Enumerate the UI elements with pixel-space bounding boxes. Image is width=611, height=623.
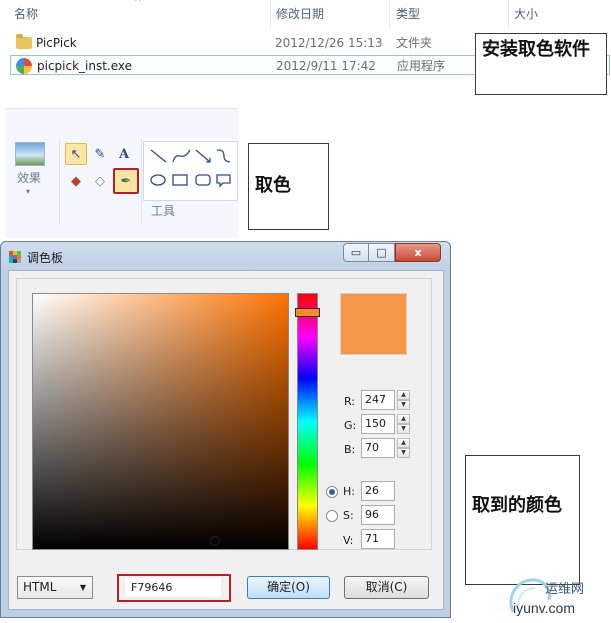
text-tool-button[interactable]: A <box>113 143 135 165</box>
color-picker-tool-button[interactable]: ✒ <box>113 168 139 194</box>
spin-up-icon[interactable]: ▲ <box>397 414 410 424</box>
ribbon-separator <box>59 139 60 225</box>
saturation-label: S: <box>343 509 354 522</box>
red-input[interactable]: 247 <box>361 390 395 410</box>
palette-icon <box>9 251 21 263</box>
close-button[interactable]: x <box>395 243 441 262</box>
current-color-swatch <box>340 293 407 355</box>
callout-pick-color: 取色 <box>248 143 329 230</box>
sort-ascending-icon: ^ <box>134 0 142 8</box>
dialog-title: 调色板 <box>27 251 64 265</box>
red-spinner[interactable]: ▲ ▼ <box>397 390 410 410</box>
cancel-button[interactable]: 取消(C) <box>344 576 429 599</box>
file-type: 文件夹 <box>396 36 433 50</box>
hue-slider-track[interactable] <box>297 293 318 550</box>
color-format-select[interactable]: HTML ▼ <box>17 576 93 599</box>
spin-down-icon[interactable]: ▼ <box>397 424 410 434</box>
ribbon-separator <box>141 139 142 225</box>
folder-icon <box>16 34 32 49</box>
effects-button-label[interactable]: 效果 <box>17 169 41 186</box>
shapes-gallery-icons <box>150 149 231 188</box>
spin-up-icon[interactable]: ▲ <box>397 390 410 400</box>
blue-input[interactable]: 70 <box>361 438 395 458</box>
column-header-name[interactable]: 名称 <box>14 0 38 28</box>
watermark-site-url: iyunv.com <box>513 600 575 616</box>
text-icon: A <box>118 146 130 162</box>
cursor-icon: ↖ <box>70 146 82 162</box>
column-header-date[interactable]: 修改日期 <box>276 0 324 28</box>
eraser-icon: ◇ <box>95 173 105 189</box>
hue-slider-handle[interactable] <box>295 308 320 317</box>
pencil-icon: ✎ <box>94 146 106 162</box>
hue-radio[interactable] <box>326 486 338 498</box>
hue-input[interactable]: 26 <box>361 481 395 501</box>
chevron-down-icon: ▼ <box>79 583 86 592</box>
spin-down-icon[interactable]: ▼ <box>397 400 410 410</box>
maximize-icon: □ <box>376 246 387 259</box>
file-name: picpick_inst.exe <box>37 59 133 73</box>
watermark-site-name: 运维网 <box>545 582 585 597</box>
blue-spinner[interactable]: ▲ ▼ <box>397 438 410 458</box>
file-date: 2012/9/11 17:42 <box>276 59 376 73</box>
picpick-app-icon <box>16 58 32 74</box>
column-header-size[interactable]: 大小 <box>514 0 538 28</box>
column-separator[interactable] <box>508 0 509 28</box>
ok-button[interactable]: 确定(O) <box>247 576 330 599</box>
column-separator[interactable] <box>389 0 390 28</box>
chevron-down-icon[interactable]: ▾ <box>26 187 30 196</box>
color-format-value: HTML <box>23 580 57 594</box>
select-tool-button[interactable]: ↖ <box>65 143 87 165</box>
fill-tool-button[interactable]: ◆ <box>65 170 87 192</box>
eraser-tool-button[interactable]: ◇ <box>89 170 111 192</box>
shapes-gallery[interactable] <box>143 141 238 201</box>
green-label: G: <box>344 419 357 432</box>
pencil-tool-button[interactable]: ✎ <box>89 143 111 165</box>
eyedropper-icon: ✒ <box>120 173 132 189</box>
value-label: V: <box>343 534 354 547</box>
minimize-button[interactable]: ▭ <box>343 243 369 262</box>
red-label: R: <box>344 395 356 408</box>
site-watermark: 运维网 iyunv.com <box>505 572 608 620</box>
spin-down-icon[interactable]: ▼ <box>397 448 410 458</box>
column-separator[interactable] <box>270 0 271 28</box>
minimize-icon: ▭ <box>350 246 362 259</box>
column-header-type[interactable]: 类型 <box>396 0 420 28</box>
callout-install-picker: 安装取色软件 <box>475 33 607 95</box>
callout-picked-color: 取到的颜色 <box>465 455 580 585</box>
effects-icon[interactable] <box>15 142 45 166</box>
color-cursor-handle[interactable] <box>210 536 220 546</box>
tools-group-label: 工具 <box>151 204 176 218</box>
saturation-value-field[interactable] <box>32 293 289 550</box>
spin-up-icon[interactable]: ▲ <box>397 438 410 448</box>
saturation-radio[interactable] <box>326 510 338 522</box>
file-date: 2012/12/26 15:13 <box>275 36 383 50</box>
blue-label: B: <box>344 443 356 456</box>
hex-value-input[interactable]: F79646 <box>125 578 221 597</box>
close-icon: x <box>414 246 422 259</box>
paint-bucket-icon: ◆ <box>71 173 81 189</box>
file-name: PicPick <box>36 36 77 50</box>
maximize-button[interactable]: □ <box>369 243 395 262</box>
value-input[interactable]: 71 <box>361 529 395 549</box>
green-input[interactable]: 150 <box>361 414 395 434</box>
file-type: 应用程序 <box>397 59 446 73</box>
paint-ribbon: 效果 ▾ ↖ ✎ A ◆ ◇ ✒ 工具 <box>5 108 238 238</box>
green-spinner[interactable]: ▲ ▼ <box>397 414 410 434</box>
saturation-input[interactable]: 96 <box>361 505 395 525</box>
hue-label: H: <box>343 485 355 498</box>
